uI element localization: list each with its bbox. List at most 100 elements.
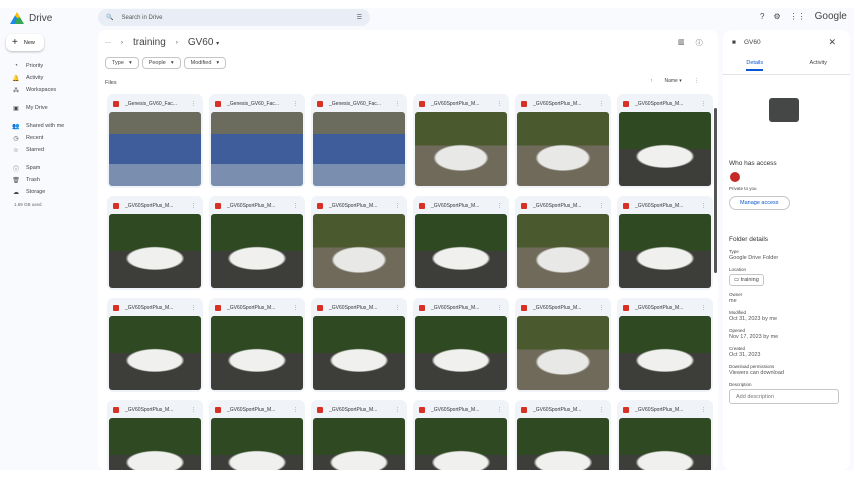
more-actions-icon[interactable]: ⋮ (293, 407, 298, 413)
more-actions-icon[interactable]: ⋮ (701, 305, 706, 311)
tab-details[interactable]: Details (723, 60, 787, 74)
sidebar-item-starred[interactable]: ☆ Starred (12, 144, 64, 156)
search-placeholder: Search in Drive (121, 14, 163, 21)
file-card[interactable]: _GV60SportPlus_M... ⋮ (617, 400, 713, 470)
file-card[interactable]: _GV60SportPlus_M... ⋮ (413, 400, 509, 470)
file-card[interactable]: _GV60SportPlus_M... ⋮ (617, 94, 713, 188)
more-actions-icon[interactable]: ⋮ (191, 101, 196, 107)
more-actions-icon[interactable]: ⋮ (395, 101, 400, 107)
search-input[interactable]: 🔍 Search in Drive ☰ (98, 9, 370, 26)
file-card[interactable]: _GV60SportPlus_M... ⋮ (311, 196, 407, 290)
image-file-icon (521, 203, 527, 209)
filter-people[interactable]: People ▾ (141, 57, 181, 69)
sidebar-item-recent[interactable]: ◷ Recent (12, 132, 64, 144)
more-actions-icon[interactable]: ⋮ (191, 407, 196, 413)
more-actions-icon[interactable]: ⋮ (599, 407, 604, 413)
breadcrumb-current[interactable]: GV60 ▾ (188, 37, 219, 48)
more-icon[interactable]: ⋮ (694, 78, 699, 84)
more-actions-icon[interactable]: ⋮ (191, 305, 196, 311)
file-card[interactable]: _Genesis_GV60_Fac... ⋮ (209, 94, 305, 188)
more-actions-icon[interactable]: ⋮ (599, 203, 604, 209)
file-card[interactable]: _GV60SportPlus_M... ⋮ (515, 400, 611, 470)
more-actions-icon[interactable]: ⋮ (395, 305, 400, 311)
file-card[interactable]: _GV60SportPlus_M... ⋮ (311, 400, 407, 470)
modified-label: Modified (729, 310, 747, 315)
sidebar-item-shared-with-me[interactable]: 👥 Shared with me (12, 120, 64, 132)
nav-icon: ☁ (13, 189, 19, 196)
file-card[interactable]: _Genesis_GV60_Fac... ⋮ (107, 94, 203, 188)
file-thumbnail (517, 112, 609, 186)
file-thumbnail (415, 316, 507, 390)
more-actions-icon[interactable]: ⋮ (497, 203, 502, 209)
more-actions-icon[interactable]: ⋮ (293, 305, 298, 311)
apps-icon[interactable]: ⋮⋮ (790, 12, 806, 21)
file-card[interactable]: _GV60SportPlus_M... ⋮ (515, 94, 611, 188)
file-thumbnail (313, 112, 405, 186)
location-value: training (740, 277, 759, 283)
sidebar-item-trash[interactable]: 🗑 Trash (12, 174, 64, 186)
drive-logo[interactable]: Drive (10, 12, 52, 24)
more-actions-icon[interactable]: ⋮ (497, 305, 502, 311)
close-icon[interactable]: ✕ (828, 37, 836, 48)
image-file-icon (317, 203, 323, 209)
search-options-icon[interactable]: ☰ (357, 14, 362, 21)
file-card[interactable]: _GV60SportPlus_M... ⋮ (107, 298, 203, 392)
sort-by-button[interactable]: Name ▾ (665, 78, 682, 84)
breadcrumb-more[interactable]: ··· (105, 40, 111, 46)
tab-activity[interactable]: Activity (787, 60, 851, 74)
grid-view-icon[interactable]: ▥ (678, 38, 685, 48)
more-actions-icon[interactable]: ⋮ (395, 203, 400, 209)
file-card[interactable]: _GV60SportPlus_M... ⋮ (209, 196, 305, 290)
file-card[interactable]: _GV60SportPlus_M... ⋮ (413, 94, 509, 188)
sidebar-item-activity[interactable]: 🔔 Activity (12, 72, 64, 84)
more-actions-icon[interactable]: ⋮ (701, 101, 706, 107)
more-actions-icon[interactable]: ⋮ (701, 203, 706, 209)
settings-icon[interactable]: ⚙ (773, 12, 780, 21)
file-card[interactable]: _GV60SportPlus_M... ⋮ (413, 196, 509, 290)
file-card[interactable]: _GV60SportPlus_M... ⋮ (515, 196, 611, 290)
file-card[interactable]: _GV60SportPlus_M... ⋮ (209, 298, 305, 392)
location-chip[interactable]: ▭ training (729, 274, 764, 286)
file-card[interactable]: _GV60SportPlus_M... ⋮ (515, 298, 611, 392)
file-card[interactable]: _GV60SportPlus_M... ⋮ (107, 400, 203, 470)
description-input[interactable]: Add description (729, 389, 839, 404)
more-actions-icon[interactable]: ⋮ (701, 407, 706, 413)
more-actions-icon[interactable]: ⋮ (293, 101, 298, 107)
file-card[interactable]: _GV60SportPlus_M... ⋮ (617, 298, 713, 392)
sidebar-item-workspaces[interactable]: ⁂ Workspaces (12, 84, 64, 96)
more-actions-icon[interactable]: ⋮ (497, 101, 502, 107)
file-card[interactable]: _GV60SportPlus_M... ⋮ (209, 400, 305, 470)
file-card[interactable]: _GV60SportPlus_M... ⋮ (311, 298, 407, 392)
scrollbar[interactable] (714, 108, 717, 273)
more-actions-icon[interactable]: ⋮ (395, 407, 400, 413)
sidebar-item-storage[interactable]: ☁ Storage (12, 186, 64, 198)
file-card[interactable]: _GV60SportPlus_M... ⋮ (107, 196, 203, 290)
download-permissions-label: Download permissions (729, 364, 775, 369)
more-actions-icon[interactable]: ⋮ (599, 101, 604, 107)
sort-direction-icon[interactable]: ↑ (650, 78, 653, 84)
more-actions-icon[interactable]: ⋮ (497, 407, 502, 413)
file-thumbnail (313, 418, 405, 470)
new-button[interactable]: + New (6, 34, 44, 51)
sidebar-item-priority[interactable]: ◔ Priority (12, 60, 64, 72)
filter-modified[interactable]: Modified ▾ (183, 57, 227, 69)
sidebar-item-spam[interactable]: ⓘ Spam (12, 162, 64, 174)
file-card[interactable]: _GV60SportPlus_M... ⋮ (617, 196, 713, 290)
sidebar-item-label: Spam (26, 165, 41, 171)
file-card[interactable]: _Genesis_GV60_Fac... ⋮ (311, 94, 407, 188)
more-actions-icon[interactable]: ⋮ (191, 203, 196, 209)
filter-type[interactable]: Type ▾ (105, 57, 139, 69)
help-icon[interactable]: ? (760, 12, 764, 21)
sidebar-item-my-drive[interactable]: ▣ My Drive (12, 102, 64, 114)
more-actions-icon[interactable]: ⋮ (293, 203, 298, 209)
info-icon[interactable]: ⓘ (696, 38, 703, 48)
more-actions-icon[interactable]: ⋮ (599, 305, 604, 311)
breadcrumb-parent[interactable]: training (133, 37, 166, 48)
caret-down-icon: ▾ (216, 60, 220, 66)
nav-icon: ⁂ (13, 87, 19, 94)
file-thumbnail (313, 214, 405, 288)
file-thumbnail (109, 316, 201, 390)
file-card[interactable]: _GV60SportPlus_M... ⋮ (413, 298, 509, 392)
file-name: _GV60SportPlus_M... (533, 305, 582, 311)
manage-access-button[interactable]: Manage access (729, 196, 790, 210)
